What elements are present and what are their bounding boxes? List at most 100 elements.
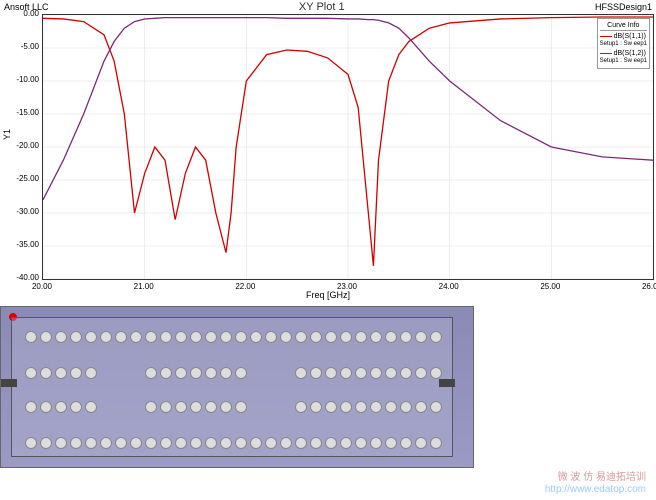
via-icon	[430, 401, 442, 413]
legend-item: dB(S(1,1))	[600, 32, 647, 41]
via-icon	[85, 401, 97, 413]
via-icon	[295, 367, 307, 379]
watermark: 微 波 仿 易迪拓培训 http://www.edatop.com	[545, 472, 646, 496]
via-icon	[220, 401, 232, 413]
via-icon	[355, 367, 367, 379]
via-icon	[310, 367, 322, 379]
via-icon	[370, 331, 382, 343]
x-tick-label: 22.00	[230, 282, 260, 291]
via-icon	[415, 437, 427, 449]
via-icon	[265, 437, 277, 449]
via-icon	[25, 367, 37, 379]
via-icon	[190, 331, 202, 343]
via-icon	[160, 367, 172, 379]
via-icon	[400, 331, 412, 343]
via-icon	[55, 401, 67, 413]
via-icon	[40, 401, 52, 413]
y-tick-label: -40.00	[9, 273, 39, 282]
via-icon	[55, 367, 67, 379]
via-icon	[40, 331, 52, 343]
via-icon	[325, 401, 337, 413]
x-tick-label: 24.00	[434, 282, 464, 291]
via-icon	[160, 331, 172, 343]
model-3d-view[interactable]	[0, 306, 474, 468]
via-icon	[385, 331, 397, 343]
via-icon	[190, 367, 202, 379]
via-icon	[385, 401, 397, 413]
via-icon	[325, 331, 337, 343]
via-icon	[310, 437, 322, 449]
x-tick-label: 26.00	[637, 282, 656, 291]
via-icon	[370, 437, 382, 449]
via-icon	[40, 367, 52, 379]
plot-background	[42, 14, 654, 280]
via-icon	[160, 437, 172, 449]
via-icon	[85, 331, 97, 343]
via-icon	[175, 437, 187, 449]
x-tick-label: 20.00	[27, 282, 57, 291]
via-icon	[100, 331, 112, 343]
via-icon	[85, 367, 97, 379]
via-icon	[310, 401, 322, 413]
via-icon	[130, 331, 142, 343]
via-icon	[250, 437, 262, 449]
legend-title: Curve Info	[600, 21, 647, 31]
via-icon	[25, 331, 37, 343]
legend-box: Curve Info dB(S(1,1))Setup1 : Sw eep1dB(…	[597, 18, 650, 69]
via-icon	[250, 331, 262, 343]
via-icon	[115, 437, 127, 449]
via-icon	[100, 437, 112, 449]
via-icon	[385, 437, 397, 449]
via-icon	[190, 401, 202, 413]
via-icon	[55, 437, 67, 449]
via-icon	[70, 331, 82, 343]
watermark-url: http://www.edatop.com	[545, 484, 646, 496]
via-icon	[205, 331, 217, 343]
plot-svg	[43, 15, 653, 279]
plot-title: XY Plot 1	[299, 1, 345, 13]
x-tick-label: 25.00	[535, 282, 565, 291]
via-icon	[190, 437, 202, 449]
via-icon	[430, 367, 442, 379]
y-tick-label: -25.00	[9, 174, 39, 183]
via-icon	[340, 331, 352, 343]
via-icon	[430, 437, 442, 449]
via-icon	[280, 331, 292, 343]
via-icon	[295, 331, 307, 343]
design-label: HFSSDesign1	[595, 2, 652, 12]
via-icon	[385, 367, 397, 379]
via-icon	[220, 367, 232, 379]
via-icon	[355, 331, 367, 343]
legend-sub: Setup1 : Sw eep1	[600, 41, 647, 49]
via-icon	[115, 331, 127, 343]
via-icon	[25, 437, 37, 449]
via-icon	[175, 367, 187, 379]
via-icon	[235, 367, 247, 379]
xy-plot-panel: Ansoft LLC XY Plot 1 HFSSDesign1 Y1 Freq…	[0, 0, 656, 302]
via-icon	[55, 331, 67, 343]
via-icon	[25, 401, 37, 413]
via-icon	[205, 437, 217, 449]
y-tick-label: -30.00	[9, 207, 39, 216]
plot-area	[42, 14, 652, 278]
via-icon	[325, 367, 337, 379]
via-icon	[340, 437, 352, 449]
via-icon	[175, 401, 187, 413]
via-icon	[400, 401, 412, 413]
via-icon	[295, 437, 307, 449]
via-icon	[325, 437, 337, 449]
via-icon	[235, 401, 247, 413]
y-axis-label: Y1	[2, 129, 12, 140]
via-icon	[205, 401, 217, 413]
via-icon	[145, 401, 157, 413]
via-icon	[355, 401, 367, 413]
x-tick-label: 21.00	[129, 282, 159, 291]
port-left	[1, 379, 17, 387]
via-icon	[295, 401, 307, 413]
y-tick-label: -5.00	[9, 42, 39, 51]
via-icon	[400, 437, 412, 449]
via-icon	[145, 437, 157, 449]
via-icon	[205, 367, 217, 379]
y-tick-label: -15.00	[9, 108, 39, 117]
via-icon	[70, 437, 82, 449]
